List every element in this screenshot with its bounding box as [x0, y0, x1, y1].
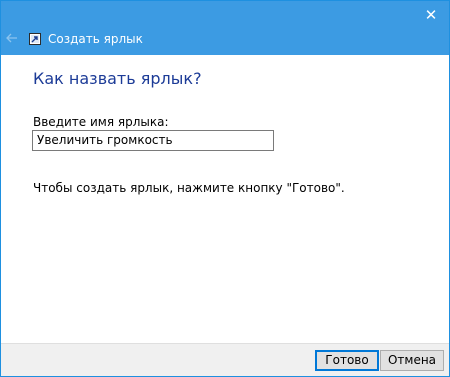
window-title: Создать ярлык: [48, 32, 143, 46]
button-bar: Готово Отмена: [1, 343, 449, 376]
shortcut-wizard-icon: [29, 33, 41, 45]
page-heading: Как назвать ярлык?: [33, 69, 202, 88]
wizard-page: Как назвать ярлык? Введите имя ярлыка: Ч…: [1, 55, 449, 345]
finish-hint: Чтобы создать ярлык, нажмите кнопку "Гот…: [33, 181, 345, 195]
close-icon: ✕: [424, 6, 438, 24]
back-arrow-icon: [6, 33, 17, 43]
cancel-button[interactable]: Отмена: [380, 350, 444, 371]
finish-button[interactable]: Готово: [315, 350, 379, 371]
shortcut-name-input[interactable]: [32, 130, 274, 151]
shortcut-name-label: Введите имя ярлыка:: [33, 115, 169, 129]
close-button[interactable]: ✕: [413, 1, 449, 29]
create-shortcut-dialog: ✕ Создать ярлык Как назвать ярлык? Введи…: [0, 0, 450, 377]
back-button[interactable]: [5, 31, 19, 45]
title-bar: ✕ Создать ярлык: [1, 1, 449, 55]
